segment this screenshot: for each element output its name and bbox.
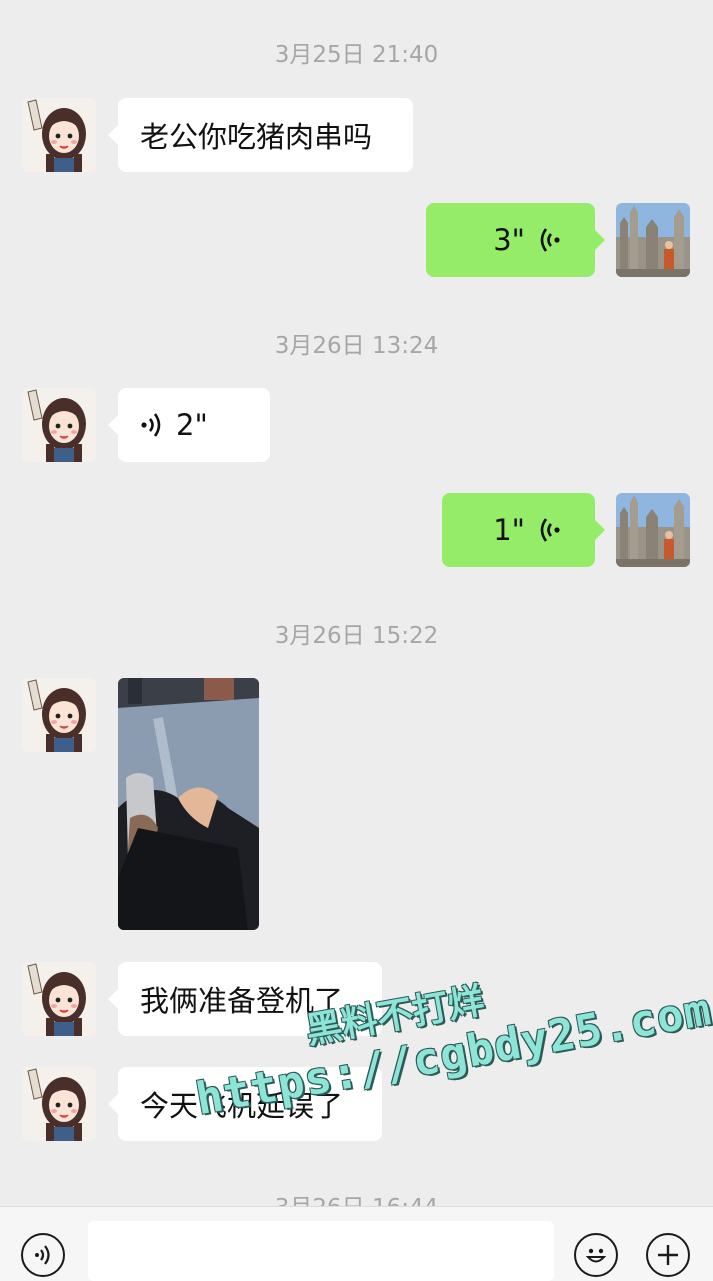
contact-avatar[interactable] <box>22 678 96 752</box>
message-text: 老公你吃猪肉串吗 <box>140 120 373 154</box>
voice-mode-icon[interactable] <box>21 1233 65 1277</box>
contact-avatar[interactable] <box>22 388 96 462</box>
contact-avatar[interactable] <box>22 98 96 172</box>
voice-message-bubble-outgoing[interactable]: 3" <box>426 203 605 277</box>
contact-avatar[interactable] <box>22 1067 96 1141</box>
message-bubble-incoming[interactable]: 今天飞机延误了 <box>108 1067 382 1141</box>
user-avatar[interactable] <box>616 203 690 277</box>
voice-message-bubble-outgoing[interactable]: 1" <box>442 493 605 567</box>
timestamp: 3月25日 21:40 <box>274 42 439 68</box>
voice-wave-icon <box>140 410 162 440</box>
voice-message-bubble-incoming[interactable]: 2" <box>108 388 270 462</box>
voice-duration: 2" <box>176 408 208 442</box>
emoji-icon[interactable] <box>574 1233 618 1277</box>
contact-avatar[interactable] <box>22 962 96 1036</box>
message-text: 我俩准备登机了 <box>140 984 344 1018</box>
message-input[interactable] <box>88 1221 554 1281</box>
message-bubble-incoming[interactable]: 我俩准备登机了 <box>108 962 382 1036</box>
photo-message[interactable] <box>118 678 259 930</box>
message-text: 今天飞机延误了 <box>140 1089 344 1123</box>
voice-wave-icon <box>539 225 561 255</box>
voice-duration: 3" <box>493 223 525 257</box>
voice-wave-icon <box>539 515 561 545</box>
timestamp: 3月26日 13:24 <box>274 333 439 359</box>
timestamp: 3月26日 15:22 <box>274 623 439 649</box>
chat-input-bar <box>0 1206 713 1281</box>
voice-duration: 1" <box>493 513 525 547</box>
plus-icon[interactable] <box>646 1233 690 1277</box>
user-avatar[interactable] <box>616 493 690 567</box>
message-bubble-incoming[interactable]: 老公你吃猪肉串吗 <box>108 98 413 172</box>
